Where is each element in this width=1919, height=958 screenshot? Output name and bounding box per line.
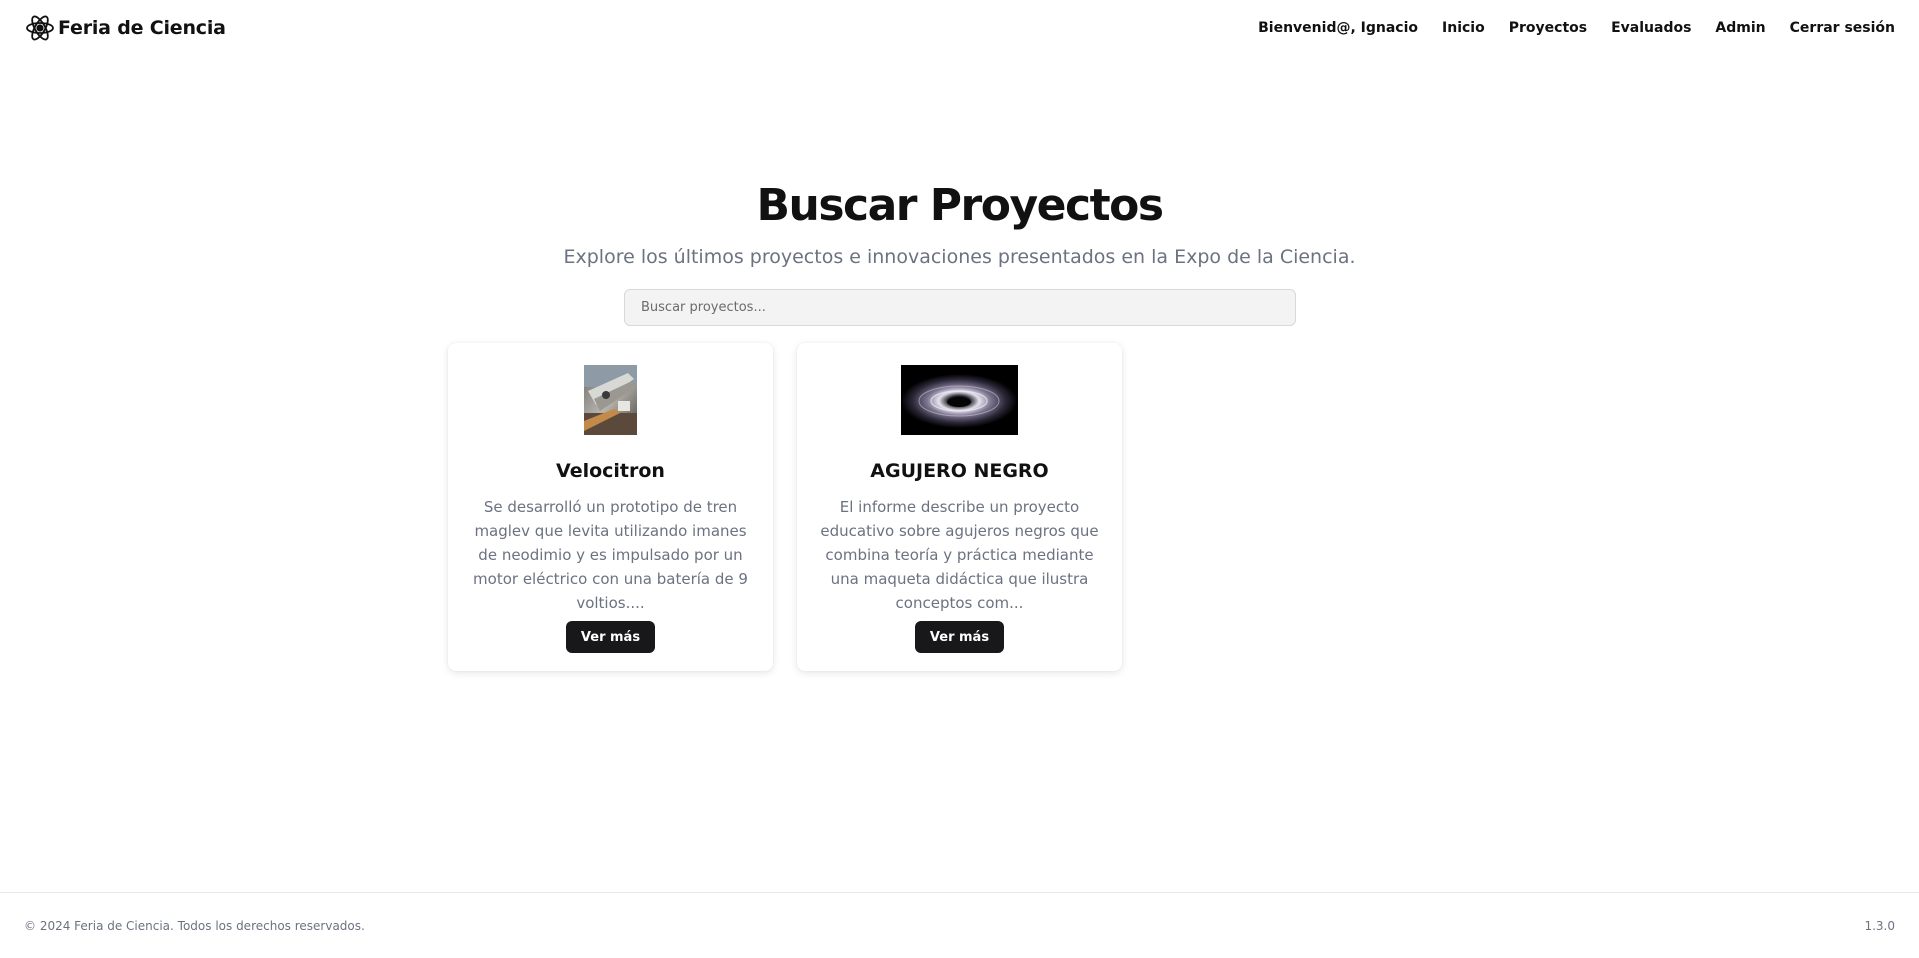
project-description: Se desarrolló un prototipo de tren magle… xyxy=(473,498,748,612)
view-more-button[interactable]: Ver más xyxy=(914,621,1005,653)
footer: © 2024 Feria de Ciencia. Todos los derec… xyxy=(0,892,1919,958)
nav-admin[interactable]: Admin xyxy=(1715,20,1765,36)
footer-copyright: © 2024 Feria de Ciencia. Todos los derec… xyxy=(24,918,365,933)
top-navbar: Feria de Ciencia Bienvenid@, Ignacio Ini… xyxy=(0,0,1919,56)
page-title: Buscar Proyectos xyxy=(756,180,1164,231)
project-card: Velocitron Se desarrolló un prototipo de… xyxy=(448,343,773,671)
project-title: Velocitron xyxy=(556,460,665,482)
app-version: 1.3.0 xyxy=(1864,918,1895,933)
project-description: El informe describe un proyecto educativ… xyxy=(820,498,1099,612)
project-card: AGUJERO NEGRO El informe describe un pro… xyxy=(797,343,1122,671)
project-image-black-hole xyxy=(901,365,1018,439)
page-subtitle: Explore los últimos proyectos e innovaci… xyxy=(563,246,1356,268)
main-nav: Bienvenid@, Ignacio Inicio Proyectos Eva… xyxy=(1258,20,1895,36)
project-image-maglev xyxy=(584,365,637,439)
nav-inicio[interactable]: Inicio xyxy=(1442,20,1485,36)
brand-name: Feria de Ciencia xyxy=(58,17,226,39)
search-input[interactable] xyxy=(624,289,1296,326)
brand-link[interactable]: Feria de Ciencia xyxy=(24,12,226,44)
page: Feria de Ciencia Bienvenid@, Ignacio Ini… xyxy=(0,0,1919,958)
nav-logout[interactable]: Cerrar sesión xyxy=(1790,20,1895,36)
atom-icon xyxy=(24,12,56,44)
nav-proyectos[interactable]: Proyectos xyxy=(1509,20,1587,36)
project-title: AGUJERO NEGRO xyxy=(870,460,1049,482)
nav-evaluados[interactable]: Evaluados xyxy=(1611,20,1691,36)
view-more-button[interactable]: Ver más xyxy=(565,621,656,653)
nav-welcome-user[interactable]: Bienvenid@, Ignacio xyxy=(1258,20,1418,36)
